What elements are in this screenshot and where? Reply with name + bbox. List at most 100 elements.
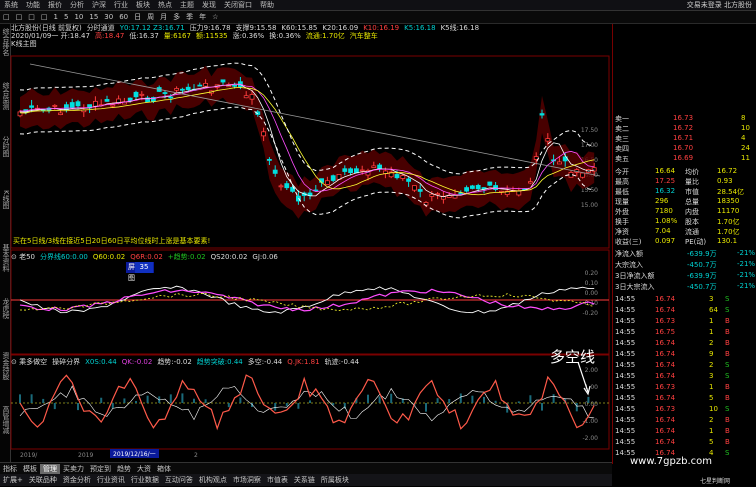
header-field: 低:16.37 [129,32,159,40]
candle-body [406,178,412,182]
osc-bar [227,403,230,408]
info-tab[interactable]: 互动问答 [162,475,196,485]
quote-row: 14:55 16.73 10 S [613,405,756,415]
candle-body [469,185,475,189]
stat-value: 7180 [655,207,673,215]
indicator-tab[interactable]: 管理 [40,463,60,474]
info-tab[interactable]: 资金分析 [60,475,94,485]
indicator-tab[interactable]: 箱体 [154,464,174,474]
candle-body [394,174,400,179]
tick-time: 14:55 [615,405,636,413]
indicator-tab[interactable]: 趋势 [114,464,134,474]
info-tab[interactable]: 行业数据 [128,475,162,485]
trend-line [29,63,601,177]
tick-price: 16.74 [655,350,676,358]
info-tab[interactable]: 所属板块 [318,475,352,485]
y-tick-label: -2.00 [582,435,598,442]
flow-value: -639.9万 [687,272,717,280]
candle-body [464,187,470,192]
candle-body [487,181,493,186]
stat-value: 0.93 [717,177,733,185]
info-tab[interactable]: 机构观点 [196,475,230,485]
candle-body [417,189,423,192]
main-chart-header: 北方股份(日线 前复权) 分时通道 Y0:17.12 Z3:16.71 压力9:16.… [11,24,609,56]
info-tab[interactable]: 市场洞察 [230,475,264,485]
x-tick-label: 2019 [78,452,93,459]
candle-body [29,105,35,108]
tick-price: 16.75 [655,328,676,336]
osc-bar [494,400,497,403]
info-tab[interactable]: 关联品种 [26,475,60,485]
indicator-field: 趋势突破:0.44 [196,358,243,366]
indicator-tab[interactable]: 模板 [20,464,40,474]
tick-volume: 9 [709,350,714,358]
tick-volume: 1 [709,317,714,325]
tick-time: 14:55 [615,295,636,303]
tick-time: 14:55 [615,383,636,391]
y-tick-label: 0.20 [585,270,599,277]
tick-time: 14:55 [615,350,636,358]
indicator-tab[interactable]: 指标 [0,464,20,474]
tick-volume: 3 [709,295,714,303]
candle-body [133,91,139,98]
tick-price: 16.74 [655,438,676,446]
ask-volume: 11 [741,154,750,162]
tick-volume: 1 [709,328,714,336]
stat-label: 最高 [615,178,629,186]
info-tab[interactable]: 市值表 [264,475,291,485]
info-tab[interactable]: 行业资讯 [94,475,128,485]
quote-row: 14:55 16.74 3 S [613,372,756,382]
indicator-field: X0S:0.44 [85,358,117,366]
tick-side: S [725,449,730,457]
tick-volume: 5 [709,394,714,402]
osc-bar [436,398,439,403]
indicator-tab[interactable]: 预定到 [87,464,114,474]
info-tab[interactable]: 扩展+ [0,475,26,485]
indicator-tab[interactable]: 大资 [134,464,154,474]
indicator-tab[interactable]: 买卖力 [60,464,87,474]
osc-bar [285,403,288,407]
candle-body [528,181,533,184]
osc-bar [390,393,393,403]
candle-body [75,101,81,107]
flow-pct: -21% [737,282,756,290]
candle-body [539,113,545,116]
candle-body [174,88,180,91]
tick-volume: 64 [709,306,718,314]
tick-side: B [725,416,730,424]
indicator-1-header[interactable]: ⊙ 老50 分界线60:0.00 Q60:0.02 Q6R:0.02 +趋势:0.02 Q… [11,252,283,262]
osc-bar [483,396,485,403]
info-tab[interactable]: 关系链 [291,475,318,485]
candle-body [52,104,58,107]
header-line-2: 2020/01/09一 开:18.47 高:18.47 低:16.37 量:6167 额… [11,32,609,40]
ask-price: 16.70 [673,144,694,152]
tick-price: 16.74 [655,295,676,303]
candle-body [110,104,116,107]
stat-value: 16.32 [655,187,676,195]
osc-bar [529,395,532,403]
osc-bar [309,400,311,403]
tick-side: B [725,427,730,435]
osc-bar [42,398,45,403]
stat-value: 1.70亿 [717,218,740,226]
candle-body [93,100,98,107]
candle-body [243,95,249,99]
header-line-1: 北方股份(日线 前复权) 分时通道 Y0:17.12 Z3:16.71 压力9:16.… [11,24,609,32]
tick-price: 16.74 [655,427,676,435]
tick-time: 14:55 [615,438,636,446]
chart-canvas[interactable]: 17.5017.0016.5016.0015.5015.000.200.100.… [0,0,612,462]
indicator-2-header[interactable]: ⊙ 乘多做空 操碎分界 X0S:0.44 QK:-0.02 趋势:-0.02 趋势突破:0… [11,357,364,367]
stat-label: 股本 [685,218,699,226]
candle-body [284,183,290,189]
header-field: K60:15.85 [281,24,318,32]
candle-body [69,102,75,108]
candle-body [475,185,481,190]
tick-volume: 2 [709,416,714,424]
quote-row: 卖三 16.71 4 [613,134,756,144]
indicator-field: ⊙ 乘多做空 [11,358,48,366]
stat-label: 总量 [685,198,699,206]
header-field: 压力9:16.78 [189,24,231,32]
x-tick-label: 2 [194,452,198,459]
tick-price: 16.73 [655,405,676,413]
candle-body [330,175,336,181]
